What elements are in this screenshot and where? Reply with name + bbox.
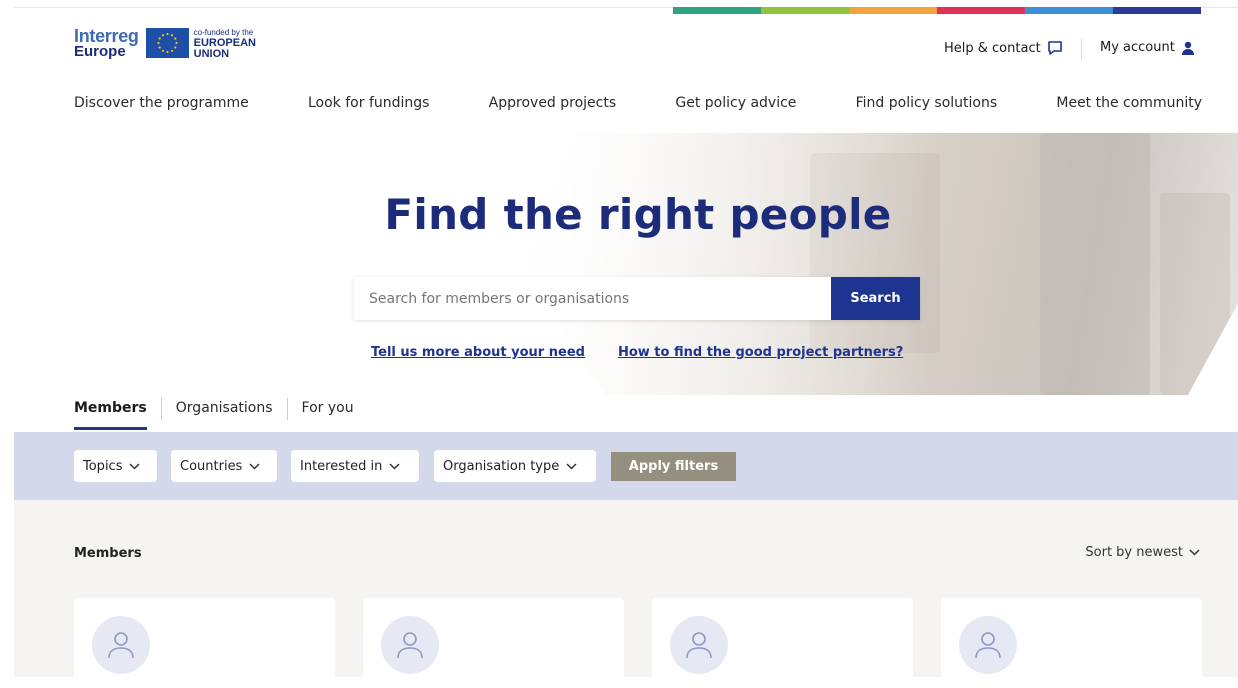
sort-label: Sort by newest — [1085, 545, 1183, 560]
my-account-label: My account — [1100, 40, 1175, 55]
brand-color-stripe — [673, 7, 1201, 14]
result-tabs: Members Organisations For you — [74, 398, 368, 430]
nav-approved-projects[interactable]: Approved projects — [489, 95, 616, 111]
hero-section: Find the right people Search Tell us mor… — [0, 133, 1238, 395]
nav-look-for-fundings[interactable]: Look for fundings — [308, 95, 429, 111]
chevron-down-icon — [129, 462, 141, 470]
member-card[interactable] — [74, 598, 335, 688]
help-contact-link[interactable]: Help & contact — [944, 40, 1063, 56]
nav-find-policy-solutions[interactable]: Find policy solutions — [856, 95, 998, 111]
chat-bubble-icon — [1047, 40, 1063, 56]
member-search-bar: Search — [354, 277, 920, 320]
chevron-down-icon — [566, 462, 577, 470]
logo-line2: Europe — [74, 43, 126, 60]
organisation-type-filter-dropdown[interactable]: Organisation type — [434, 450, 596, 482]
header-separator — [1081, 38, 1082, 60]
help-contact-label: Help & contact — [944, 40, 1041, 56]
members-list-title: Members — [74, 546, 142, 561]
tell-us-need-link[interactable]: Tell us more about your need — [371, 345, 585, 360]
avatar — [92, 616, 150, 674]
countries-filter-label: Countries — [180, 458, 243, 474]
nav-meet-community[interactable]: Meet the community — [1056, 95, 1202, 111]
apply-filters-button[interactable]: Apply filters — [611, 452, 736, 481]
avatar — [670, 616, 728, 674]
nav-discover-programme[interactable]: Discover the programme — [74, 95, 249, 111]
interreg-europe-logo[interactable]: Interreg Europe co-funded by the EUROPEA… — [74, 26, 256, 60]
my-account-link[interactable]: My account — [1100, 40, 1195, 55]
topics-filter-label: Topics — [83, 458, 123, 474]
avatar — [381, 616, 439, 674]
tab-organisations[interactable]: Organisations — [160, 398, 287, 420]
organisation-type-filter-label: Organisation type — [443, 458, 560, 474]
chevron-down-icon — [249, 462, 260, 470]
find-partners-link[interactable]: How to find the good project partners? — [618, 345, 903, 360]
avatar — [959, 616, 1017, 674]
eu-flag-icon — [145, 28, 189, 58]
user-placeholder-icon — [975, 632, 1001, 659]
member-card[interactable] — [941, 598, 1202, 688]
tab-for-you[interactable]: For you — [286, 398, 368, 420]
topics-filter-dropdown[interactable]: Topics — [74, 450, 157, 482]
tab-members[interactable]: Members — [74, 398, 161, 430]
sort-dropdown[interactable]: Sort by newest — [1085, 545, 1200, 560]
main-navigation: Discover the programme Look for fundings… — [74, 95, 1202, 111]
members-list-section: Members Sort by newest — [14, 500, 1238, 688]
hero-title: Find the right people — [384, 190, 892, 239]
logo-line1: Interreg — [74, 26, 139, 46]
interested-in-filter-dropdown[interactable]: Interested in — [291, 450, 419, 482]
user-placeholder-icon — [686, 632, 712, 659]
member-search-input[interactable] — [354, 277, 831, 320]
user-placeholder-icon — [108, 632, 134, 659]
countries-filter-dropdown[interactable]: Countries — [171, 450, 277, 482]
member-card[interactable] — [363, 598, 624, 688]
chevron-down-icon — [1189, 549, 1200, 556]
user-placeholder-icon — [397, 632, 423, 659]
interested-in-filter-label: Interested in — [300, 458, 383, 474]
eu-line2: UNION — [193, 48, 230, 60]
hero-links: Tell us more about your need How to find… — [371, 345, 903, 360]
search-button[interactable]: Search — [831, 277, 920, 320]
member-card[interactable] — [652, 598, 913, 688]
user-icon — [1181, 41, 1195, 55]
nav-get-policy-advice[interactable]: Get policy advice — [675, 95, 796, 111]
eu-cofunded-text: co-funded by the EUROPEAN UNION — [194, 28, 256, 60]
filter-bar: Topics Countries Interested in Organisat… — [14, 432, 1238, 500]
chevron-down-icon — [389, 462, 400, 470]
